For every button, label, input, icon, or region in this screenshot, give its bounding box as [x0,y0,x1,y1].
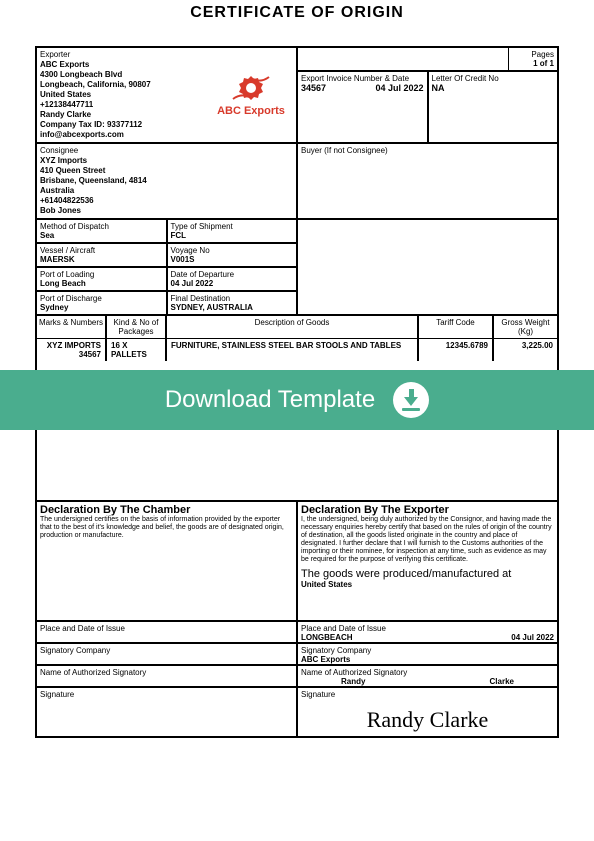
credit-cell: Letter Of Credit No NA [428,71,559,143]
exporter-block: Exporter ABC Exports 4300 Longbeach Blvd… [37,48,206,142]
download-icon [393,382,429,418]
signature-cursive: Randy Clarke [301,699,554,741]
shipment-type-cell: Type of Shipment FCL [167,219,298,243]
certificate-title: CERTIFICATE OF ORIGIN [0,0,594,24]
loading-cell: Port of Loading Long Beach [36,267,167,291]
pages-cell: Pages 1 of 1 [508,47,558,71]
company-logo: ABC Exports [206,48,296,142]
buyer-cell: Buyer (If not Consignee) [297,143,558,219]
departure-cell: Date of Departure 04 Jul 2022 [167,267,298,291]
vessel-cell: Vessel / Aircraft MAERSK [36,243,167,267]
download-template-label: Download Template [165,386,375,414]
download-template-button[interactable]: Download Template [0,370,594,430]
goods-row: XYZ IMPORTS 34567 16 X PALLETS FURNITURE… [36,339,558,361]
gear-icon [231,73,271,103]
goods-header: Marks & Numbers Kind & No of Packages De… [36,315,558,339]
discharge-cell: Port of Discharge Sydney [36,291,167,315]
invoice-cell: Export Invoice Number & Date 34567 04 Ju… [297,71,428,143]
destination-cell: Final Destination SYDNEY, AUSTRALIA [167,291,298,315]
dispatch-cell: Method of Dispatch Sea [36,219,167,243]
consignee-block: Consignee XYZ Imports 410 Queen Street B… [36,143,297,219]
voyage-cell: Voyage No V001S [167,243,298,267]
chamber-declaration: Declaration By The Chamber The undersign… [36,501,297,737]
exporter-declaration: Declaration By The Exporter I, the under… [297,501,558,737]
